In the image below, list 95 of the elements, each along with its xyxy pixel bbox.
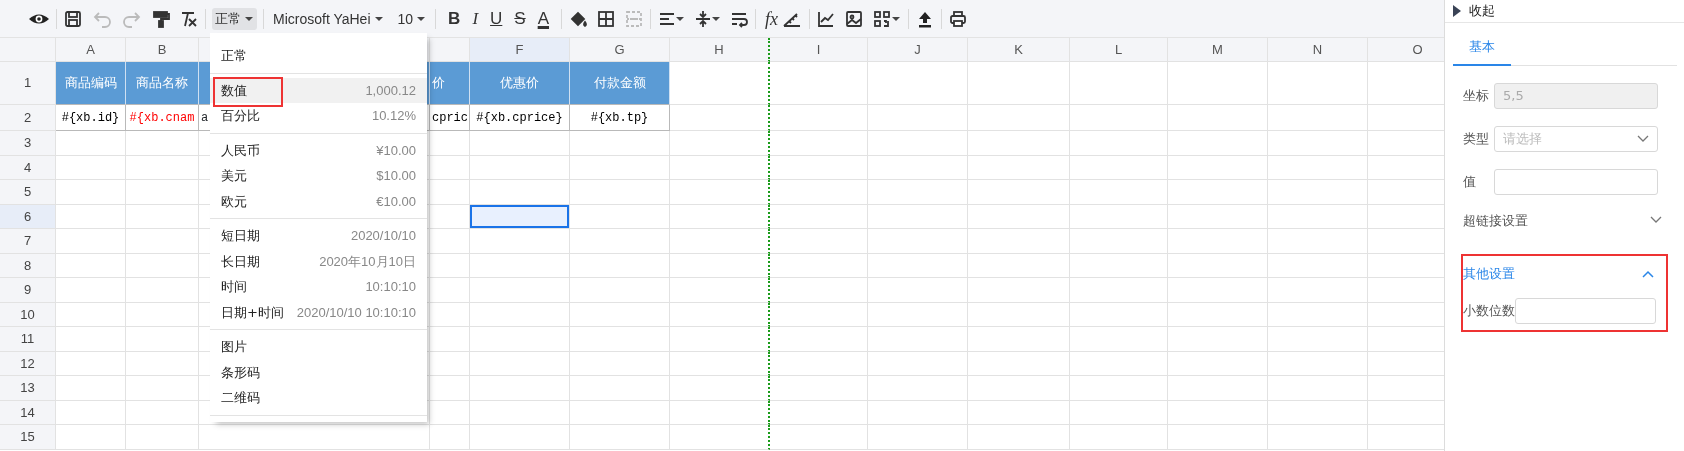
font-dropdown[interactable]: Microsoft YaHei bbox=[270, 7, 387, 30]
table-cell bbox=[56, 327, 126, 352]
row-header[interactable]: 14 bbox=[0, 400, 56, 425]
menu-item[interactable]: 日期+时间 2020/10/10 10:10:10 bbox=[210, 299, 427, 325]
section-header[interactable]: 其他设置 bbox=[1463, 264, 1515, 284]
table-cell: #{xb.cprice} bbox=[470, 105, 570, 131]
row-header[interactable]: 1 bbox=[0, 62, 56, 105]
row-header[interactable]: 8 bbox=[0, 253, 56, 278]
image-icon[interactable] bbox=[844, 8, 864, 29]
table-cell bbox=[56, 278, 126, 303]
collapse-link[interactable]: 收起 bbox=[1469, 1, 1495, 21]
menu-item[interactable]: 长日期 2020年10月10日 bbox=[210, 248, 427, 274]
text-color-button[interactable]: A bbox=[531, 7, 555, 30]
chevron-down-icon[interactable] bbox=[1650, 216, 1662, 225]
field-label: 小数位数 bbox=[1463, 301, 1515, 320]
table-cell bbox=[56, 425, 126, 450]
selected-cell[interactable] bbox=[470, 204, 570, 229]
table-cell bbox=[56, 155, 126, 180]
input-field[interactable] bbox=[1494, 168, 1658, 195]
menu-item[interactable]: 短日期 2020/10/10 bbox=[210, 223, 427, 249]
vertical-align-icon[interactable] bbox=[693, 8, 721, 29]
column-header[interactable]: G bbox=[570, 38, 670, 62]
table-cell bbox=[56, 204, 126, 229]
row-header[interactable]: 13 bbox=[0, 376, 56, 401]
row-header[interactable]: 6 bbox=[0, 204, 56, 229]
column-header[interactable]: A bbox=[56, 38, 126, 62]
table-cell bbox=[56, 131, 126, 156]
column-header[interactable]: F bbox=[470, 38, 570, 62]
underline-button[interactable]: U bbox=[484, 7, 509, 30]
table-cell: 付款金额 bbox=[570, 62, 670, 105]
borders-icon[interactable] bbox=[596, 8, 616, 29]
font-size-dropdown[interactable]: 10 bbox=[394, 7, 430, 30]
column-header[interactable]: N bbox=[1268, 38, 1368, 62]
function-button[interactable]: fx bbox=[762, 7, 781, 30]
menu-item[interactable]: 美元 $10.00 bbox=[210, 163, 427, 189]
row-header[interactable]: 11 bbox=[0, 327, 56, 352]
input-field[interactable] bbox=[1515, 297, 1656, 324]
row-header[interactable]: 10 bbox=[0, 302, 56, 327]
menu-item[interactable]: 人民币 ¥10.00 bbox=[210, 137, 427, 163]
menu-item[interactable]: 百分比 10.12% bbox=[210, 103, 427, 129]
save-icon[interactable] bbox=[63, 8, 83, 29]
column-header[interactable]: M bbox=[1168, 38, 1268, 62]
row-header[interactable]: 15 bbox=[0, 425, 56, 450]
table-cell bbox=[56, 400, 126, 425]
strikethrough-button[interactable]: S bbox=[508, 7, 532, 30]
format-dropdown[interactable]: 正常 bbox=[212, 7, 257, 30]
table-cell bbox=[56, 229, 126, 254]
table-cell bbox=[56, 302, 126, 327]
menu-item[interactable]: 时间 10:10:10 bbox=[210, 274, 427, 300]
row-header[interactable]: 9 bbox=[0, 278, 56, 303]
table-cell bbox=[56, 180, 126, 205]
table-cell: 商品编码 bbox=[56, 62, 126, 105]
printer-icon[interactable] bbox=[948, 8, 968, 29]
table-cell: cpric bbox=[430, 105, 470, 131]
column-header[interactable]: O bbox=[1368, 38, 1444, 62]
row-header[interactable]: 4 bbox=[0, 155, 56, 180]
tab[interactable]: 基本 bbox=[1453, 31, 1511, 66]
column-header[interactable]: J bbox=[868, 38, 968, 62]
table-cell bbox=[56, 351, 126, 376]
row-header[interactable]: 3 bbox=[0, 131, 56, 156]
table-cell bbox=[430, 400, 470, 425]
menu-item[interactable]: 二维码 bbox=[210, 385, 427, 411]
bold-button[interactable]: B bbox=[442, 7, 467, 30]
field-label: 值 bbox=[1463, 172, 1477, 191]
table-cell: #{xb.id} bbox=[56, 105, 126, 131]
table-cell: #{xb.tp} bbox=[570, 105, 670, 131]
chevron-up-icon[interactable] bbox=[1642, 269, 1654, 278]
menu-item[interactable]: 条形码 bbox=[210, 359, 427, 385]
paint-roller-icon[interactable] bbox=[151, 8, 171, 29]
qr-code-icon[interactable] bbox=[872, 8, 902, 29]
field-label: 坐标 bbox=[1463, 86, 1490, 105]
table-cell bbox=[430, 425, 470, 450]
column-header[interactable]: K bbox=[968, 38, 1070, 62]
table-cell bbox=[56, 376, 126, 401]
triangle-icon[interactable] bbox=[1453, 5, 1461, 17]
row-header[interactable]: 12 bbox=[0, 351, 56, 376]
table-cell: 价 bbox=[430, 62, 470, 105]
table-cell: #{xb.cnam bbox=[126, 105, 199, 131]
italic-button[interactable]: I bbox=[466, 7, 485, 30]
field-label: 类型 bbox=[1463, 129, 1490, 148]
row-header[interactable]: 7 bbox=[0, 229, 56, 254]
section-header[interactable]: 超链接设置 bbox=[1463, 210, 1528, 230]
column-header[interactable]: L bbox=[1070, 38, 1168, 62]
row-header[interactable]: 2 bbox=[0, 105, 56, 131]
chevron-down-icon bbox=[1637, 134, 1649, 143]
menu-item[interactable]: 正常 bbox=[210, 43, 427, 69]
column-header[interactable]: B bbox=[126, 38, 199, 62]
row-header[interactable]: 5 bbox=[0, 180, 56, 205]
table-cell bbox=[56, 253, 126, 278]
column-header[interactable]: H bbox=[670, 38, 770, 62]
menu-item[interactable]: 图片 bbox=[210, 334, 427, 360]
table-cell: 优惠价 bbox=[470, 62, 570, 105]
menu-item[interactable]: 欧元 €10.00 bbox=[210, 188, 427, 214]
column-header[interactable]: I bbox=[770, 38, 868, 62]
table-cell: 商品名称 bbox=[126, 62, 199, 105]
